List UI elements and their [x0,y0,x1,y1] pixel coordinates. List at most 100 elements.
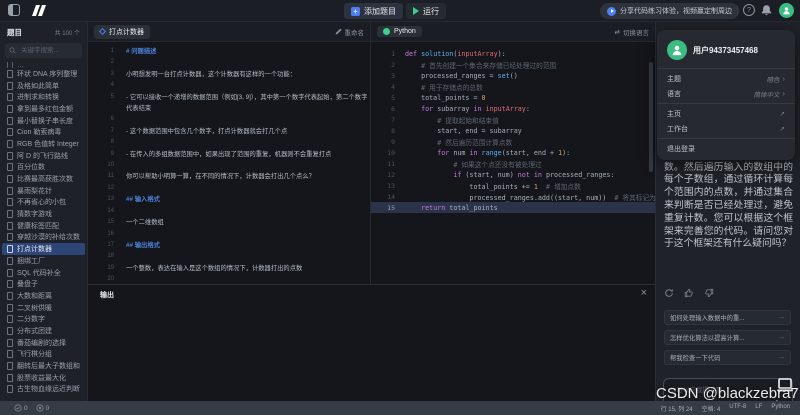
problem-list-item[interactable]: 二分数字 [0,313,87,325]
document-icon [7,62,13,68]
problem-list-item[interactable]: 不再省心的小包 [0,197,87,209]
problem-list-item[interactable]: 打点计数器 [2,243,85,255]
sidebar-toggle-icon[interactable] [8,4,20,16]
editor-scrollbar[interactable] [649,62,653,172]
run-button[interactable]: 运行 [406,3,446,19]
problem-list-item[interactable]: SQL 代码补全 [0,267,87,279]
suggestion-chip[interactable]: 如何处理输入数据中的重...→ [664,310,791,325]
thumbs-up-icon[interactable] [684,288,694,298]
document-icon [7,269,13,277]
problem-list-item[interactable]: 二叉树供暖 [0,302,87,314]
bell-icon[interactable] [760,4,773,17]
code-line[interactable]: 8 start, end = subarray [371,125,655,136]
menu-item-theme[interactable]: 主题 暗色› [657,71,795,86]
sidebar-title: 题目 [7,27,22,38]
problem-list-item[interactable]: Cion 勒索病毒 [0,126,87,138]
problem-list-item[interactable]: 健康标签匹配 [0,220,87,232]
home-label: 主页 [667,109,681,119]
problem-list-item[interactable]: 百分位数 [0,162,87,174]
problem-list-item[interactable]: 分布式团建 [0,325,87,337]
problem-list: …环状 DNA 序列整理及格如此简单进制求和转换拿到最多红包金额最小替换子串长度… [0,62,87,395]
document-icon [7,385,13,393]
code-line[interactable]: 15 return total_points [371,202,655,213]
rename-button[interactable]: 重命名 [335,27,365,37]
chat-input[interactable] [664,379,792,401]
video-icon [607,7,616,16]
problem-list-item[interactable]: 叠盘子 [0,278,87,290]
thumbs-down-icon[interactable] [704,288,714,298]
code-line[interactable]: 4 # 用于存储点的总数 [371,81,655,92]
problem-content[interactable]: 1# 问题描述23小明想发明一台打点计数器，这个计数器有这样的一个功能：45- … [88,46,368,284]
problem-list-item[interactable]: 翻转后最大子数组和 [0,360,87,372]
search-box[interactable] [5,43,82,58]
editor-status: 行 15, 列 24 空格: 4 UTF-8 LF Python [661,404,790,413]
workspace-label: 工作台 [667,124,688,134]
close-icon[interactable]: × [641,287,647,299]
problem-list-item[interactable]: 及格如此简单 [0,80,87,92]
problem-list-item[interactable]: 最小替换子串长度 [0,115,87,127]
problem-list-item[interactable]: 暴雨梨花针 [0,185,87,197]
chat-message-actions [664,288,714,298]
code-line[interactable]: 1def solution(inputArray): [371,48,655,59]
problem-list-item[interactable]: 拿到最多红包金额 [0,103,87,115]
menu-item-home[interactable]: 主页 ↗ [657,106,795,121]
document-icon [7,128,13,136]
problem-line: 20 [88,274,368,284]
problem-list-item[interactable]: 捆绑工厂 [0,255,87,267]
code-line[interactable]: 7 # 提取起始和结束值 [371,114,655,125]
code-line[interactable]: 11 # 如果这个点还没有被处理过 [371,158,655,169]
username: 用户94373457468 [693,45,758,56]
problem-line: 17## 输出格式 [88,240,368,251]
document-icon [7,187,13,195]
code-area[interactable]: 1def solution(inputArray):2 # 首先创建一个集合来存… [371,48,655,284]
problem-list-item[interactable]: 猜数字游戏 [0,208,87,220]
problem-list-item[interactable]: 番茄编剧的选择 [0,337,87,349]
search-input[interactable] [19,46,78,55]
menu-item-logout[interactable]: 退出登录 [657,141,795,156]
problem-list-item[interactable]: 穿越沙漠的补给次数 [0,232,87,244]
problem-list-item[interactable]: 比赛最高获胜次数 [0,173,87,185]
suggestion-chip[interactable]: 怎样优化算法以提高计算...→ [664,330,791,345]
problem-title-chip[interactable]: 打点计数器 [94,25,150,39]
code-line[interactable]: 14 processed_ranges.add((start, num)) # … [371,191,655,202]
problem-panel: 打点计数器 重命名 1# 问题描述23小明想发明一台打点计数器，这个计数器有这样… [88,22,370,284]
menu-item-workspace[interactable]: 工作台 ↗ [657,121,795,136]
problem-list-item[interactable]: 阿 D 的飞行路线 [0,150,87,162]
add-problem-button[interactable]: + 添加题目 [344,3,403,19]
share-banner[interactable]: 分享代码练习体验，视频赢定制周边 [600,3,739,19]
avatar[interactable] [779,3,794,18]
problem-list-item[interactable]: 进制求和转换 [0,91,87,103]
code-line[interactable]: 9 # 然后遍历范围计算点数 [371,136,655,147]
suggestion-chip[interactable]: 帮我检查一下代码→ [664,350,791,365]
code-line[interactable]: 3 processed_ranges = set() [371,70,655,81]
play-icon [413,7,419,15]
app-logo[interactable] [34,5,44,16]
regenerate-icon[interactable] [664,288,674,298]
code-line[interactable]: 10 for num in range(start, end + 1): [371,147,655,158]
code-line[interactable]: 12 if (start, num) not in processed_rang… [371,169,655,180]
problem-list-item[interactable]: 股票收益最大化 [0,372,87,384]
code-line[interactable]: 5 total_points = 0 [371,92,655,103]
code-line[interactable]: 13 total_points += 1 # 增加点数 [371,180,655,191]
problem-line: 10 [88,160,368,171]
problem-list-item[interactable]: 飞行棋分组 [0,349,87,361]
document-icon [7,374,13,382]
language-tab[interactable]: Python [377,26,422,37]
problem-list-item[interactable]: 大数和距离 [0,290,87,302]
problem-list-item[interactable]: RGB 色值转 Integer [0,138,87,150]
document-icon [7,362,13,370]
chat-input-box[interactable] [663,378,793,401]
problem-list-item[interactable]: 环状 DNA 序列整理 [0,68,87,80]
code-line[interactable]: 6 for subarray in inputArray: [371,103,655,114]
problem-item-label: 二叉树供暖 [17,303,52,313]
problem-list-item[interactable]: … [0,62,87,68]
code-line[interactable]: 2 # 首先创建一个集合来存储已经处理过的范围 [371,59,655,70]
document-icon [7,175,13,183]
theme-label: 主题 [667,74,681,84]
switch-language-button[interactable]: ⇄ 切换语言 [615,27,649,37]
problem-item-label: 打点计数器 [17,244,52,254]
problem-list-item[interactable]: 古生物血缘远近判断 [0,384,87,396]
menu-item-language[interactable]: 语言 简体中文› [657,86,795,101]
problem-item-label: 捆绑工厂 [17,256,45,266]
help-icon[interactable]: ? [743,4,755,16]
